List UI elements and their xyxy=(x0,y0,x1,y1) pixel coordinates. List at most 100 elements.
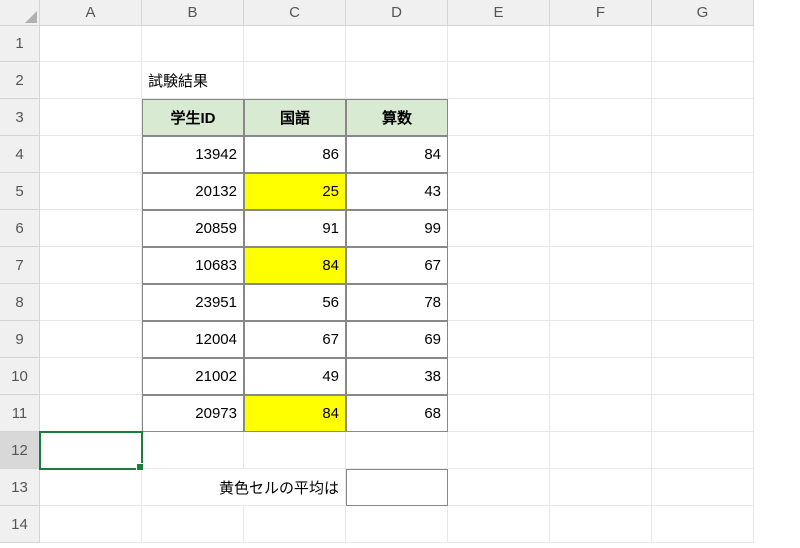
cell-E3[interactable] xyxy=(448,99,550,136)
cell-A8[interactable] xyxy=(40,284,142,321)
cell-A11[interactable] xyxy=(40,395,142,432)
cell-id-4[interactable]: 10683 xyxy=(142,247,244,284)
cell-E2[interactable] xyxy=(448,62,550,99)
cell-math-7[interactable]: 38 xyxy=(346,358,448,395)
row-header-13[interactable]: 13 xyxy=(0,469,40,506)
cell-E10[interactable] xyxy=(448,358,550,395)
row-header-11[interactable]: 11 xyxy=(0,395,40,432)
cell-E13[interactable] xyxy=(448,469,550,506)
row-header-12[interactable]: 12 xyxy=(0,432,40,469)
column-header-G[interactable]: G xyxy=(652,0,754,26)
cell-G11[interactable] xyxy=(652,395,754,432)
row-header-4[interactable]: 4 xyxy=(0,136,40,173)
cell-C12[interactable] xyxy=(244,432,346,469)
cell-A7[interactable] xyxy=(40,247,142,284)
header-math[interactable]: 算数 xyxy=(346,99,448,136)
spreadsheet-grid[interactable]: ABCDEFG12試験結果3学生ID国語算数413942868452013225… xyxy=(0,0,754,543)
cell-id-8[interactable]: 20973 xyxy=(142,395,244,432)
cell-E12[interactable] xyxy=(448,432,550,469)
cell-A3[interactable] xyxy=(40,99,142,136)
cell-F9[interactable] xyxy=(550,321,652,358)
cell-A6[interactable] xyxy=(40,210,142,247)
row-header-8[interactable]: 8 xyxy=(0,284,40,321)
column-header-C[interactable]: C xyxy=(244,0,346,26)
cell-G3[interactable] xyxy=(652,99,754,136)
cell-E4[interactable] xyxy=(448,136,550,173)
cell-E1[interactable] xyxy=(448,26,550,62)
cell-japanese-1[interactable]: 86 xyxy=(244,136,346,173)
cell-D12[interactable] xyxy=(346,432,448,469)
column-header-F[interactable]: F xyxy=(550,0,652,26)
cell-math-6[interactable]: 69 xyxy=(346,321,448,358)
cell-G2[interactable] xyxy=(652,62,754,99)
cell-G6[interactable] xyxy=(652,210,754,247)
cell-E14[interactable] xyxy=(448,506,550,543)
cell-id-5[interactable]: 23951 xyxy=(142,284,244,321)
cell-japanese-5[interactable]: 56 xyxy=(244,284,346,321)
cell-japanese-2[interactable]: 25 xyxy=(244,173,346,210)
row-header-6[interactable]: 6 xyxy=(0,210,40,247)
cell-F1[interactable] xyxy=(550,26,652,62)
cell-F12[interactable] xyxy=(550,432,652,469)
cell-math-5[interactable]: 78 xyxy=(346,284,448,321)
cell-E8[interactable] xyxy=(448,284,550,321)
cell-G13[interactable] xyxy=(652,469,754,506)
cell-E5[interactable] xyxy=(448,173,550,210)
cell-E7[interactable] xyxy=(448,247,550,284)
cell-math-3[interactable]: 99 xyxy=(346,210,448,247)
cell-math-1[interactable]: 84 xyxy=(346,136,448,173)
column-header-E[interactable]: E xyxy=(448,0,550,26)
row-header-2[interactable]: 2 xyxy=(0,62,40,99)
cell-G7[interactable] xyxy=(652,247,754,284)
cell-A5[interactable] xyxy=(40,173,142,210)
cell-D1[interactable] xyxy=(346,26,448,62)
select-all-corner[interactable] xyxy=(0,0,40,26)
header-id[interactable]: 学生ID xyxy=(142,99,244,136)
cell-G4[interactable] xyxy=(652,136,754,173)
cell-F14[interactable] xyxy=(550,506,652,543)
cell-id-2[interactable]: 20132 xyxy=(142,173,244,210)
cell-A10[interactable] xyxy=(40,358,142,395)
cell-G9[interactable] xyxy=(652,321,754,358)
cell-G12[interactable] xyxy=(652,432,754,469)
row-header-3[interactable]: 3 xyxy=(0,99,40,136)
cell-F4[interactable] xyxy=(550,136,652,173)
cell-A1[interactable] xyxy=(40,26,142,62)
cell-E11[interactable] xyxy=(448,395,550,432)
cell-id-7[interactable]: 21002 xyxy=(142,358,244,395)
cell-A9[interactable] xyxy=(40,321,142,358)
cell-F3[interactable] xyxy=(550,99,652,136)
cell-G8[interactable] xyxy=(652,284,754,321)
cell-japanese-3[interactable]: 91 xyxy=(244,210,346,247)
cell-id-1[interactable]: 13942 xyxy=(142,136,244,173)
cell-D2[interactable] xyxy=(346,62,448,99)
row-header-5[interactable]: 5 xyxy=(0,173,40,210)
row-header-9[interactable]: 9 xyxy=(0,321,40,358)
cell-F8[interactable] xyxy=(550,284,652,321)
cell-A2[interactable] xyxy=(40,62,142,99)
cell-F7[interactable] xyxy=(550,247,652,284)
cell-math-4[interactable]: 67 xyxy=(346,247,448,284)
cell-math-8[interactable]: 68 xyxy=(346,395,448,432)
row-header-7[interactable]: 7 xyxy=(0,247,40,284)
cell-japanese-7[interactable]: 49 xyxy=(244,358,346,395)
cell-G14[interactable] xyxy=(652,506,754,543)
cell-F5[interactable] xyxy=(550,173,652,210)
cell-C2[interactable] xyxy=(244,62,346,99)
row-header-10[interactable]: 10 xyxy=(0,358,40,395)
header-japanese[interactable]: 国語 xyxy=(244,99,346,136)
cell-G5[interactable] xyxy=(652,173,754,210)
column-header-A[interactable]: A xyxy=(40,0,142,26)
title-cell[interactable]: 試験結果 xyxy=(142,62,244,99)
column-header-B[interactable]: B xyxy=(142,0,244,26)
cell-A4[interactable] xyxy=(40,136,142,173)
average-label[interactable]: 黄色セルの平均は xyxy=(142,469,346,506)
row-header-1[interactable]: 1 xyxy=(0,26,40,62)
cell-japanese-8[interactable]: 84 xyxy=(244,395,346,432)
column-header-D[interactable]: D xyxy=(346,0,448,26)
cell-C14[interactable] xyxy=(244,506,346,543)
cell-math-2[interactable]: 43 xyxy=(346,173,448,210)
cell-G1[interactable] xyxy=(652,26,754,62)
cell-A13[interactable] xyxy=(40,469,142,506)
cell-G10[interactable] xyxy=(652,358,754,395)
